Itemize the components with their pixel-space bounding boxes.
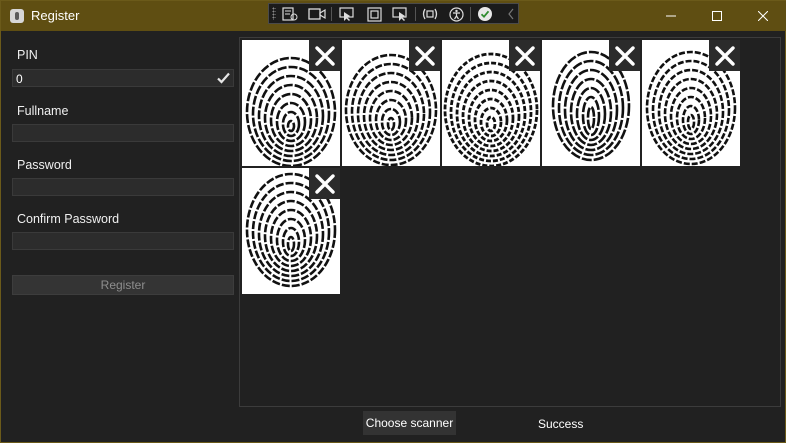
pin-input[interactable]: 0 [12, 69, 234, 87]
confirm-password-input[interactable] [12, 232, 234, 250]
close-icon [314, 45, 335, 66]
binding-failures-icon[interactable] [421, 6, 439, 22]
app-icon [10, 9, 24, 23]
pin-label: PIN [17, 48, 38, 62]
live-visual-tree-icon[interactable] [281, 6, 299, 22]
close-icon [414, 45, 435, 66]
valid-check-icon [217, 72, 230, 84]
display-layout-adorners-icon[interactable] [365, 6, 383, 22]
close-window-button[interactable] [740, 1, 786, 31]
video-icon[interactable] [308, 6, 326, 22]
remove-fingerprint-button[interactable] [309, 168, 340, 199]
register-window: Register PIN 0 Fullname Password Confirm… [0, 0, 786, 443]
remove-fingerprint-button[interactable] [409, 40, 440, 71]
fingerprint-image [342, 40, 440, 166]
fingerprint-image [242, 168, 340, 294]
select-element-icon[interactable] [338, 6, 356, 22]
confirm-password-label: Confirm Password [17, 212, 120, 226]
password-label: Password [17, 158, 72, 172]
debug-toolbar [268, 3, 519, 24]
window-title: Register [31, 8, 80, 23]
title-bar[interactable]: Register [1, 1, 786, 31]
close-icon [714, 45, 735, 66]
close-icon [614, 45, 635, 66]
minimize-button[interactable] [648, 1, 694, 31]
close-icon [514, 45, 535, 66]
pin-value: 0 [16, 72, 23, 86]
close-icon [314, 173, 335, 194]
maximize-icon [712, 11, 722, 21]
choose-scanner-button[interactable]: Choose scanner [363, 411, 456, 435]
fingerprint-image [642, 40, 740, 166]
toolbar-grip-icon[interactable] [272, 7, 276, 20]
register-button[interactable]: Register [12, 275, 234, 295]
fullname-label: Fullname [17, 104, 69, 118]
fullname-input[interactable] [12, 124, 234, 142]
maximize-button[interactable] [694, 1, 740, 31]
remove-fingerprint-button[interactable] [309, 40, 340, 71]
remove-fingerprint-button[interactable] [709, 40, 740, 71]
track-focused-element-icon[interactable] [391, 6, 409, 22]
close-icon [758, 11, 768, 21]
remove-fingerprint-button[interactable] [509, 40, 540, 71]
password-input[interactable] [12, 178, 234, 196]
fingerprint-image [242, 40, 340, 166]
remove-fingerprint-button[interactable] [609, 40, 640, 71]
status-text: Success [538, 417, 584, 431]
fingerprint-image [442, 40, 540, 166]
minimize-icon [666, 15, 676, 17]
accessibility-icon[interactable] [447, 6, 465, 22]
collapse-chevron-icon[interactable] [502, 6, 520, 22]
checkmark-icon[interactable] [476, 6, 494, 22]
fingerprint-image [542, 40, 640, 166]
